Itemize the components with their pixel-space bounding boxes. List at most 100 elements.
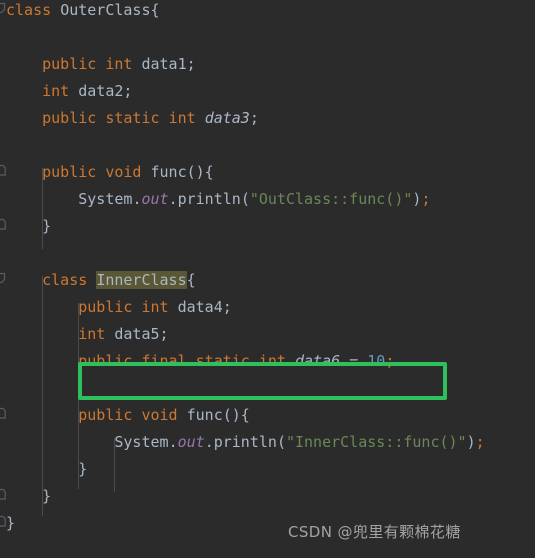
- code-token: ): [466, 433, 476, 451]
- code-token: ;: [159, 325, 169, 343]
- code-token: (){: [222, 406, 250, 424]
- code-line[interactable]: [6, 375, 15, 402]
- code-token: data1: [141, 55, 187, 73]
- code-line[interactable]: public void func(){: [6, 159, 214, 186]
- code-token: int: [105, 55, 133, 73]
- code-line[interactable]: [6, 132, 15, 159]
- code-token: data3: [204, 109, 250, 127]
- code-token: .: [168, 433, 178, 451]
- code-line[interactable]: System.out.println("OutClass::func()");: [6, 186, 430, 213]
- code-token: out: [141, 190, 169, 208]
- code-token: func: [150, 163, 187, 181]
- code-token: int: [168, 109, 196, 127]
- code-token: println: [177, 190, 241, 208]
- code-line[interactable]: public static int data3;: [6, 105, 259, 132]
- code-token: println: [213, 433, 277, 451]
- code-token: data4: [177, 298, 223, 316]
- code-token: class: [6, 1, 52, 19]
- code-token: (){: [186, 163, 214, 181]
- code-token: out: [177, 433, 205, 451]
- code-token: ;: [249, 109, 259, 127]
- code-line[interactable]: [6, 240, 15, 267]
- highlighted-identifier: InnerClass: [96, 271, 187, 289]
- code-token: int: [258, 352, 286, 370]
- code-line[interactable]: }: [6, 483, 51, 510]
- code-editor-viewport[interactable]: class OuterClass{ public int data1; int …: [0, 0, 535, 558]
- code-line[interactable]: int data2;: [6, 78, 132, 105]
- code-token: static: [105, 109, 160, 127]
- code-line[interactable]: public int data1;: [6, 51, 196, 78]
- code-token: =: [349, 352, 359, 370]
- code-token: System: [114, 433, 169, 451]
- code-token: public: [78, 352, 133, 370]
- code-token: static: [195, 352, 250, 370]
- code-token: ;: [421, 190, 431, 208]
- code-token: 10: [367, 352, 386, 370]
- code-content[interactable]: class OuterClass{ public int data1; int …: [0, 0, 535, 558]
- code-token: }: [78, 460, 88, 478]
- code-token: .: [168, 190, 178, 208]
- code-token: data5: [114, 325, 160, 343]
- code-token: System: [78, 190, 133, 208]
- code-token: ;: [475, 433, 485, 451]
- code-line[interactable]: [6, 24, 15, 51]
- code-token: int: [141, 298, 169, 316]
- code-line[interactable]: public int data4;: [6, 294, 232, 321]
- code-token: (: [276, 433, 286, 451]
- code-token: "OutClass::func()": [249, 190, 413, 208]
- code-token: ;: [123, 82, 133, 100]
- code-line[interactable]: }: [6, 456, 87, 483]
- code-token: (: [240, 190, 250, 208]
- code-token: ;: [385, 352, 395, 370]
- code-line[interactable]: int data5;: [6, 321, 169, 348]
- code-line[interactable]: System.out.println("InnerClass::func()")…: [6, 429, 485, 456]
- code-token: void: [141, 406, 178, 424]
- code-line[interactable]: }: [6, 213, 51, 240]
- code-line[interactable]: class InnerClass{: [6, 267, 196, 294]
- code-line[interactable]: public void func(){: [6, 402, 250, 429]
- code-token: class: [42, 271, 88, 289]
- code-token: func: [186, 406, 223, 424]
- code-token: void: [105, 163, 142, 181]
- code-line[interactable]: class OuterClass{: [6, 0, 160, 24]
- code-token: }: [6, 514, 16, 532]
- code-token: ;: [222, 298, 232, 316]
- code-token: {: [150, 1, 160, 19]
- code-token: ;: [186, 55, 196, 73]
- code-token: }: [42, 487, 52, 505]
- code-token: .: [204, 433, 214, 451]
- code-line[interactable]: }: [6, 510, 15, 537]
- code-token: "InnerClass::func()": [285, 433, 467, 451]
- code-token: public: [42, 55, 97, 73]
- code-line[interactable]: public final static int data6 = 10;: [6, 348, 394, 375]
